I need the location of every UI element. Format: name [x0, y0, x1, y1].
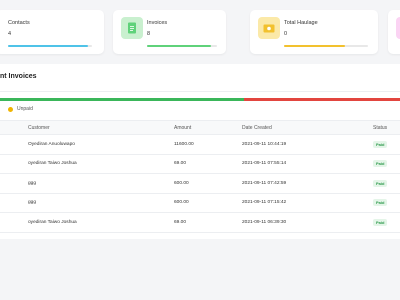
progress-bar [147, 45, 217, 47]
amount-cell: 600.00 [174, 173, 242, 194]
customer-cell: oyediran Taiwo Joshua [0, 154, 174, 174]
partial-card[interactable] [388, 10, 400, 54]
paid-segment [0, 98, 244, 101]
column-header-date[interactable]: Date Created [242, 120, 373, 135]
card-value: 4 [8, 31, 12, 37]
document-icon [121, 17, 143, 39]
invoices-card[interactable]: Invoices 8 [113, 10, 226, 54]
date-cell: 2021-09-11 07:55:14 [242, 154, 373, 174]
customer-cell: Oyediran Anuoluwapo [0, 134, 174, 155]
date-cell: 2021-09-11 06:39:30 [242, 212, 373, 233]
date-cell: 2021-09-11 07:42:59 [242, 173, 373, 194]
card-label: Total Haulage [284, 20, 318, 26]
status-badge: Paid [373, 179, 388, 187]
legend-label: Unpaid [17, 106, 33, 112]
customer-cell: ggg [0, 193, 174, 213]
table-header-row: Customer Amount Date Created Status [0, 120, 400, 135]
stat-cards: Contacts 4 Invoices 8 Total Haulage 0 [0, 10, 400, 54]
panel-title: nt Invoices [0, 73, 37, 80]
table-row[interactable]: ggg 600.00 2021-09-11 07:42:59 Paid [0, 173, 400, 194]
table-row[interactable]: Oyediran Anuoluwapo 11600.00 2021-09-11 … [0, 134, 400, 155]
progress-fill [147, 45, 212, 47]
status-badge: Paid [373, 199, 388, 207]
amount-cell: 600.00 [174, 193, 242, 213]
column-header-customer[interactable]: Customer [0, 120, 174, 135]
money-icon [258, 17, 280, 39]
progress-bar [8, 45, 92, 47]
contacts-card[interactable]: Contacts 4 [0, 10, 104, 54]
column-header-status[interactable]: Status [373, 120, 400, 135]
unpaid-dot-icon [8, 106, 13, 112]
partial-card-icon [396, 17, 400, 39]
card-value: 0 [284, 31, 288, 37]
amount-cell: 69.00 [174, 212, 242, 233]
status-badge: Paid [373, 140, 388, 148]
card-value: 8 [147, 31, 151, 37]
progress-fill [8, 45, 88, 47]
invoice-status-bar [0, 98, 400, 101]
date-cell: 2021-09-11 07:15:42 [242, 193, 373, 213]
recent-invoices-panel: nt Invoices Unpaid Customer Amount Date … [0, 64, 400, 239]
column-header-amount[interactable]: Amount [174, 120, 242, 135]
invoices-table: Customer Amount Date Created Status Oyed… [0, 120, 400, 233]
customer-cell: ggg [0, 173, 174, 194]
amount-cell: 11600.00 [174, 134, 242, 155]
progress-bar [284, 45, 368, 47]
table-row[interactable]: ggg 600.00 2021-09-11 07:15:42 Paid [0, 193, 400, 213]
card-label: Invoices [147, 20, 168, 26]
progress-fill [284, 45, 346, 47]
table-row[interactable]: oyediran Taiwo Joshua 69.00 2021-09-11 0… [0, 154, 400, 174]
unpaid-segment [244, 98, 400, 101]
card-label: Contacts [8, 20, 30, 26]
status-badge: Paid [373, 160, 388, 168]
divider [0, 91, 400, 92]
amount-cell: 69.00 [174, 154, 242, 174]
legend[interactable]: Unpaid [8, 106, 33, 112]
date-cell: 2021-09-11 10:44:19 [242, 134, 373, 155]
table-row[interactable]: oyediran Taiwo Joshua 69.00 2021-09-11 0… [0, 212, 400, 233]
total-haulage-card[interactable]: Total Haulage 0 [250, 10, 378, 54]
customer-cell: oyediran Taiwo Joshua [0, 212, 174, 233]
status-badge: Paid [373, 218, 388, 226]
